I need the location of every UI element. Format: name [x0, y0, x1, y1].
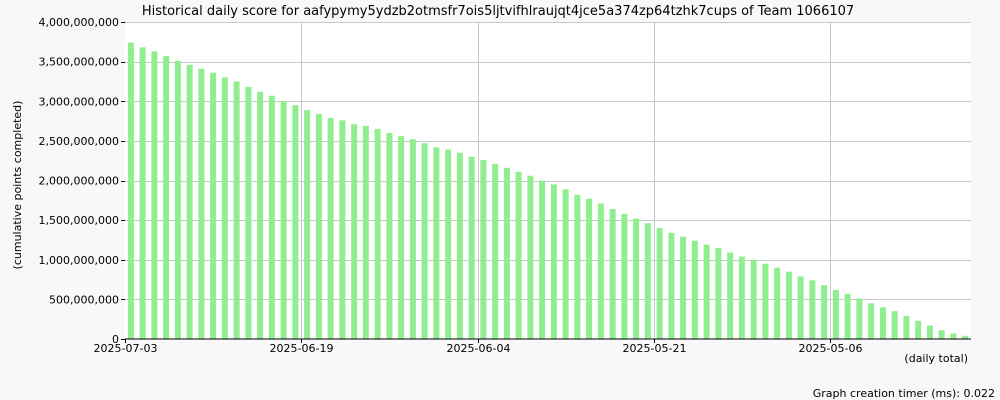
bar	[821, 285, 828, 339]
bar	[656, 228, 663, 339]
bar	[151, 51, 158, 339]
x-axis-label: (daily total)	[904, 352, 968, 365]
bar	[468, 156, 475, 339]
y-tick-label: 3,000,000,000	[39, 95, 119, 108]
bar	[221, 77, 228, 339]
bar	[456, 152, 463, 339]
y-axis-label: (cumulative points completed)	[11, 101, 24, 270]
bar	[938, 330, 945, 339]
bar	[680, 236, 687, 339]
bar	[844, 293, 851, 339]
bar	[304, 109, 311, 339]
bar	[750, 259, 757, 339]
bar	[915, 320, 922, 339]
bar	[609, 209, 616, 339]
bar	[245, 86, 252, 339]
bar	[785, 271, 792, 339]
y-tick-label: 4,000,000,000	[39, 16, 119, 29]
plot-area	[125, 22, 971, 339]
bar	[832, 289, 839, 339]
x-tick-label: 2025-05-06	[799, 342, 863, 355]
x-tick-label: 2025-07-03	[94, 342, 158, 355]
bar	[398, 136, 405, 339]
bar	[386, 132, 393, 339]
bar	[691, 240, 698, 339]
bar	[374, 128, 381, 339]
y-tick-label: 1,000,000,000	[39, 254, 119, 267]
bar	[433, 147, 440, 339]
bar	[715, 247, 722, 339]
bar	[527, 175, 534, 339]
bar	[597, 203, 604, 339]
bar	[198, 68, 205, 339]
bar	[762, 263, 769, 339]
chart-title: Historical daily score for aafypymy5ydzb…	[142, 4, 854, 19]
bar	[903, 316, 910, 339]
bar	[421, 143, 428, 339]
x-tick-label: 2025-06-04	[447, 342, 511, 355]
bar	[186, 64, 193, 340]
bar	[703, 244, 710, 339]
bar	[950, 333, 957, 339]
chart: 0500,000,0001,000,000,0001,500,000,0002,…	[0, 0, 1000, 400]
bar	[362, 125, 369, 339]
bar	[503, 167, 510, 339]
y-tick-label: 2,500,000,000	[39, 135, 119, 148]
x-tick-label: 2025-05-21	[623, 342, 687, 355]
bar	[409, 139, 416, 339]
bar	[127, 42, 134, 339]
bar	[562, 189, 569, 339]
bar	[856, 298, 863, 339]
bar	[339, 120, 346, 340]
bar	[480, 159, 487, 339]
bar	[574, 194, 581, 339]
bar	[492, 163, 499, 339]
bar	[315, 113, 322, 340]
bar	[809, 280, 816, 339]
bar	[668, 232, 675, 339]
y-tick-label: 2,000,000,000	[39, 175, 119, 188]
bar	[633, 218, 640, 339]
bar	[515, 171, 522, 339]
bar	[280, 101, 287, 339]
bar	[445, 149, 452, 339]
bar	[727, 252, 734, 339]
bar	[586, 198, 593, 339]
bar	[257, 91, 264, 340]
bar	[774, 267, 781, 339]
bar	[539, 180, 546, 339]
bar	[163, 56, 170, 339]
bar	[210, 72, 217, 339]
bar	[268, 95, 275, 339]
bar	[797, 276, 804, 339]
bar	[174, 60, 181, 339]
y-tick-label: 500,000,000	[49, 293, 119, 306]
x-tick-label: 2025-06-19	[270, 342, 334, 355]
bar	[891, 311, 898, 339]
bar	[550, 184, 557, 339]
bar	[327, 117, 334, 339]
bar	[868, 303, 875, 339]
y-tick-label: 1,500,000,000	[39, 214, 119, 227]
timer-text: Graph creation timer (ms): 0.022	[813, 387, 995, 400]
bar	[879, 307, 886, 339]
bar	[738, 256, 745, 339]
bar	[292, 105, 299, 340]
bar	[621, 213, 628, 339]
bar	[644, 223, 651, 339]
bar	[351, 124, 358, 339]
bar	[926, 325, 933, 339]
bar	[139, 47, 146, 340]
y-tick-label: 3,500,000,000	[39, 56, 119, 69]
bar	[233, 81, 240, 339]
y-axis-ticks: 0500,000,0001,000,000,0001,500,000,0002,…	[39, 16, 125, 346]
